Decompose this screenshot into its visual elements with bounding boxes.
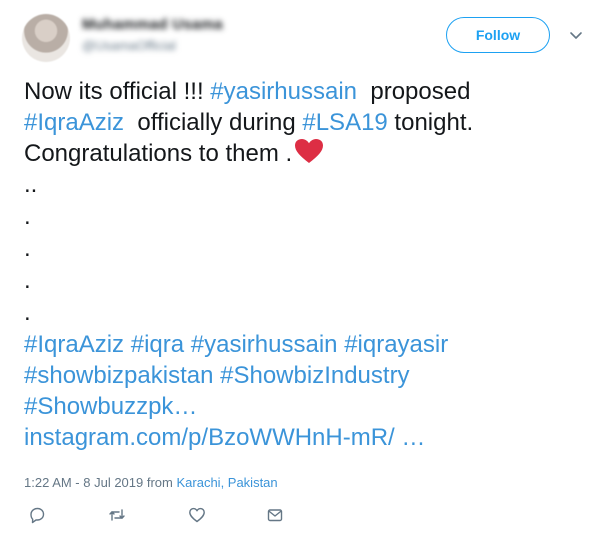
message-icon[interactable] — [266, 506, 284, 524]
hashtag-link[interactable]: #Showbuzzpk… — [24, 393, 197, 420]
hashtag-link[interactable]: #yasirhussain — [191, 331, 338, 358]
dot-line: . — [24, 235, 31, 262]
tweet-text-segment: Congratulations to them . — [24, 140, 293, 167]
like-icon[interactable] — [188, 506, 206, 524]
hashtag-line-3: #Showbuzzpk… — [24, 391, 594, 422]
dot-line: . — [24, 299, 31, 326]
tweet-metadata: 1:22 AM - 8 Jul 2019 from Karachi, Pakis… — [24, 475, 278, 490]
dot-line: .. — [24, 171, 38, 198]
user-name[interactable]: Muhammad Usama — [82, 16, 223, 33]
reply-icon[interactable] — [28, 506, 46, 524]
instagram-link[interactable]: instagram.com/p/BzoWWHnH-mR/ … — [24, 424, 425, 451]
location-link[interactable]: Karachi, Pakistan — [176, 475, 277, 490]
tweet-text-segment: proposed — [357, 78, 471, 105]
from-label: from — [143, 475, 177, 490]
retweet-icon[interactable] — [108, 506, 126, 524]
hashtag-link[interactable]: #iqra — [131, 331, 184, 358]
hashtag-link[interactable]: #IqraAziz — [24, 109, 124, 136]
hashtag-link[interactable]: #ShowbizIndustry — [220, 362, 409, 389]
tweet-line-3: Congratulations to them . — [24, 138, 594, 169]
tweet-text: Now its official !!! #yasirhussain propo… — [24, 76, 594, 453]
tweet-line-1: Now its official !!! #yasirhussain propo… — [24, 76, 594, 107]
hashtag-link[interactable]: #yasirhussain — [210, 78, 357, 105]
hashtag-link[interactable]: #showbizpakistan — [24, 362, 213, 389]
hashtag-link[interactable]: #LSA19 — [302, 109, 387, 136]
tweet-text-segment: tonight. — [387, 109, 474, 136]
hashtag-link[interactable]: #IqraAziz — [24, 331, 124, 358]
heart-icon — [295, 139, 324, 163]
tweet-card: Muhammad Usama @UsamaOfficial Follow Now… — [0, 0, 615, 534]
hashtag-line-1: #IqraAziz #iqra #yasirhussain #iqrayasir — [24, 329, 594, 360]
hashtag-line-2: #showbizpakistan #ShowbizIndustry — [24, 360, 594, 391]
avatar[interactable] — [22, 14, 70, 62]
dot-line: . — [24, 267, 31, 294]
user-handle[interactable]: @UsamaOfficial — [82, 38, 176, 53]
tweet-text-segment: Now its official !!! — [24, 78, 211, 105]
tweet-text-segment: officially during — [124, 109, 303, 136]
timestamp[interactable]: 1:22 AM - 8 Jul 2019 — [24, 475, 143, 490]
tweet-line-2: #IqraAziz officially during #LSA19 tonig… — [24, 107, 594, 138]
dot-line: . — [24, 203, 31, 230]
instagram-link-line: instagram.com/p/BzoWWHnH-mR/ … — [24, 422, 594, 453]
hashtag-link[interactable]: #iqrayasir — [344, 331, 448, 358]
chevron-down-icon[interactable] — [569, 28, 583, 42]
follow-button[interactable]: Follow — [446, 17, 550, 53]
